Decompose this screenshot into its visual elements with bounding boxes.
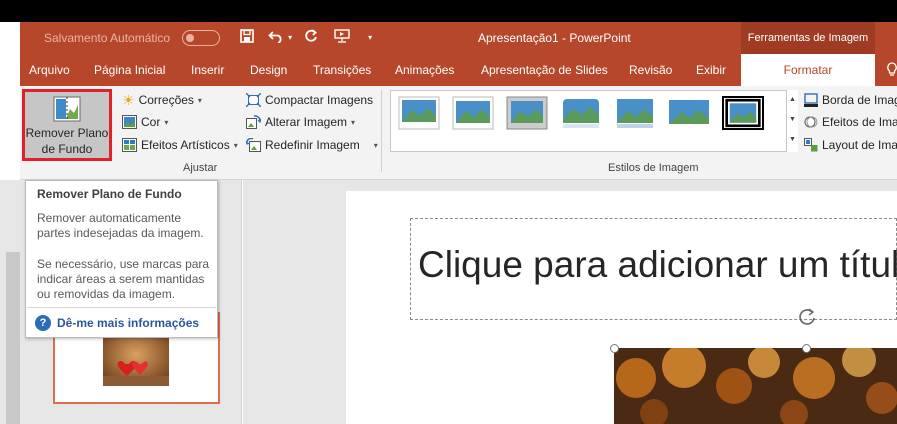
picture-effects-label: Efeitos de Imagem: [822, 115, 897, 129]
change-picture-icon: [246, 115, 261, 129]
compress-label: Compactar Imagens: [265, 93, 374, 107]
sun-icon: ☀: [122, 91, 135, 108]
picture-border-button[interactable]: Borda de Imagem: [804, 90, 897, 110]
start-from-beginning-icon[interactable]: [334, 29, 350, 47]
picture-layout-button[interactable]: Layout de Imagem: [804, 135, 897, 155]
tooltip-more-info-label: Dê-me mais informações: [57, 316, 200, 330]
left-scrollbar[interactable]: [6, 252, 20, 424]
tab-pagina-inicial[interactable]: Página Inicial: [94, 54, 165, 86]
tooltip-description: Remover automaticamente partes indesejad…: [37, 211, 204, 240]
artistic-effects-button[interactable]: Efeitos Artísticos ▾: [122, 135, 238, 155]
customize-icon[interactable]: ▾: [368, 30, 372, 46]
ribbon: Remover Plano de Fundo ☀ Correções ▾ Cor…: [20, 86, 897, 180]
chevron-down-icon: ▾: [351, 117, 356, 127]
corrections-label: Correções: [138, 93, 194, 107]
picture-effects-button[interactable]: Efeitos de Imagem: [804, 112, 897, 132]
title-bar: Salvamento Automático ▾ ▾ Apresentação1 …: [20, 22, 897, 54]
chevron-down-icon: ▾: [197, 95, 202, 105]
picture-style-6[interactable]: [668, 96, 710, 130]
autosave-label: Salvamento Automático: [44, 31, 171, 45]
remove-background-tooltip: Remover Plano de Fundo Remover automatic…: [25, 180, 218, 338]
tab-apresentacao-de-slides[interactable]: Apresentação de Slides: [481, 54, 608, 86]
bokeh-image: [614, 343, 897, 424]
compress-pictures-button[interactable]: Compactar Imagens: [246, 90, 373, 110]
color-label: Cor: [141, 115, 161, 129]
color-button[interactable]: Cor ▾: [122, 112, 168, 132]
tab-arquivo[interactable]: Arquivo: [29, 54, 70, 86]
tab-exibir[interactable]: Exibir: [696, 54, 726, 86]
slide-picture[interactable]: [614, 343, 897, 424]
picture-border-icon: [804, 93, 818, 107]
tooltip-divider: [27, 307, 216, 308]
ribbon-tabs: Arquivo Página Inicial Inserir Design Tr…: [20, 54, 897, 86]
change-picture-label: Alterar Imagem: [265, 115, 348, 129]
gallery-up-icon[interactable]: ▲: [787, 90, 798, 110]
group-label-ajustar: Ajustar: [183, 162, 218, 174]
gallery-scrollbar[interactable]: ▲ ▼ ▼: [786, 90, 798, 152]
save-icon[interactable]: [240, 29, 254, 47]
gallery-more-icon[interactable]: ▼: [787, 130, 798, 150]
tooltip-description-2: Se necessário, use marcas para indicar á…: [37, 257, 210, 301]
picture-style-7-selected[interactable]: [722, 96, 764, 130]
autosave-toggle[interactable]: [182, 30, 221, 46]
remove-background-label-line1: Remover Plano: [25, 126, 109, 140]
picture-style-2[interactable]: [452, 96, 494, 130]
picture-style-3[interactable]: [506, 96, 548, 130]
tab-inserir[interactable]: Inserir: [191, 54, 224, 86]
chevron-down-icon: ▾: [233, 140, 238, 150]
tab-revisao[interactable]: Revisão: [629, 54, 672, 86]
corrections-button[interactable]: ☀ Correções ▾: [122, 90, 202, 110]
reset-picture-icon: [246, 138, 261, 152]
compress-icon: [246, 93, 261, 107]
reset-picture-button[interactable]: Redefinir Imagem ▾: [246, 135, 378, 155]
resize-handle-top-left[interactable]: [610, 344, 619, 353]
picture-style-5[interactable]: [614, 96, 656, 130]
title-placeholder-text[interactable]: Clique para adicionar um título: [418, 244, 897, 286]
picture-style-4[interactable]: [560, 96, 602, 130]
picture-style-1[interactable]: [398, 96, 440, 130]
chevron-down-icon: ▾: [373, 140, 378, 150]
remove-background-button[interactable]: Remover Plano de Fundo: [22, 89, 112, 161]
change-picture-button[interactable]: Alterar Imagem ▾: [246, 112, 355, 132]
tab-transicoes[interactable]: Transições: [313, 54, 371, 86]
help-icon: ?: [35, 315, 51, 331]
tab-animacoes[interactable]: Animações: [395, 54, 454, 86]
tab-formatar[interactable]: Formatar: [741, 54, 875, 86]
picture-border-label: Borda de Imagem: [822, 93, 897, 107]
thumbnail-image: [103, 334, 169, 386]
group-separator: [381, 90, 382, 172]
undo-dropdown-icon[interactable]: ▾: [288, 30, 292, 46]
reset-picture-label: Redefinir Imagem: [265, 138, 360, 152]
picture-effects-icon: [804, 116, 818, 128]
context-tab-group-title: Ferramentas de Imagem: [741, 22, 875, 54]
remove-background-icon: [53, 96, 81, 122]
redo-icon[interactable]: [304, 29, 318, 47]
tab-design[interactable]: Design: [250, 54, 287, 86]
remove-background-label-line2: de Fundo: [41, 142, 93, 156]
picture-layout-icon: [804, 138, 818, 152]
document-title: Apresentação1 - PowerPoint: [478, 31, 631, 45]
resize-handle-top-center[interactable]: [802, 344, 811, 353]
quick-access-toolbar: Salvamento Automático ▾ ▾: [20, 22, 372, 54]
tooltip-title: Remover Plano de Fundo: [37, 187, 182, 201]
picture-color-icon: [122, 115, 137, 129]
group-label-estilos: Estilos de Imagem: [608, 162, 699, 174]
picture-layout-label: Layout de Imagem: [822, 138, 897, 152]
undo-icon[interactable]: [268, 29, 284, 47]
artistic-effects-icon: [122, 138, 137, 152]
chevron-down-icon: ▾: [164, 117, 169, 127]
top-black-bar: [0, 0, 897, 22]
tell-me-icon[interactable]: [886, 54, 897, 86]
artistic-effects-label: Efeitos Artísticos: [141, 138, 230, 152]
tooltip-more-info-link[interactable]: ? Dê-me mais informações: [35, 315, 199, 331]
gallery-down-icon[interactable]: ▼: [787, 110, 798, 130]
rotate-handle-icon[interactable]: [796, 306, 818, 328]
